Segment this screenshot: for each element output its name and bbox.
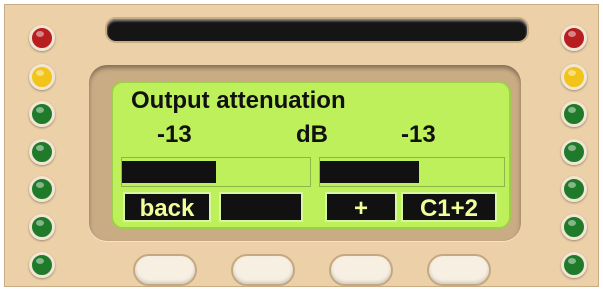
softkey-blank (219, 192, 303, 222)
left-level-meter (121, 157, 311, 187)
soft-button-4[interactable] (427, 254, 491, 286)
soft-button-3[interactable] (329, 254, 393, 286)
top-slot (105, 17, 529, 43)
led-right-5-green-icon (561, 176, 587, 202)
led-right-1-red-icon (561, 25, 587, 51)
soft-button-1[interactable] (133, 254, 197, 286)
led-left-1-red-icon (29, 25, 55, 51)
audio-device-panel: Output attenuation -13 dB -13 back + C1+… (4, 4, 599, 287)
led-left-6-green-icon (29, 214, 55, 240)
softkey-back: back (123, 192, 211, 222)
led-right-3-green-icon (561, 101, 587, 127)
led-left-4-green-icon (29, 139, 55, 165)
left-value: -13 (157, 121, 192, 148)
led-right-2-yellow-icon (561, 64, 587, 90)
softkey-channel: C1+2 (401, 192, 497, 222)
led-left-5-green-icon (29, 176, 55, 202)
screen-title: Output attenuation (131, 87, 346, 114)
soft-button-2[interactable] (231, 254, 295, 286)
led-right-4-green-icon (561, 139, 587, 165)
led-left-7-green-icon (29, 252, 55, 278)
led-left-3-green-icon (29, 101, 55, 127)
lcd-screen: Output attenuation -13 dB -13 back + C1+… (111, 81, 511, 229)
right-value: -13 (401, 121, 436, 148)
left-meter-fill (122, 161, 216, 183)
led-left-2-yellow-icon (29, 64, 55, 90)
right-level-meter (319, 157, 505, 187)
softkey-plus: + (325, 192, 397, 222)
right-meter-fill (320, 161, 420, 183)
led-right-7-green-icon (561, 252, 587, 278)
led-right-6-green-icon (561, 214, 587, 240)
unit-label: dB (296, 121, 328, 148)
